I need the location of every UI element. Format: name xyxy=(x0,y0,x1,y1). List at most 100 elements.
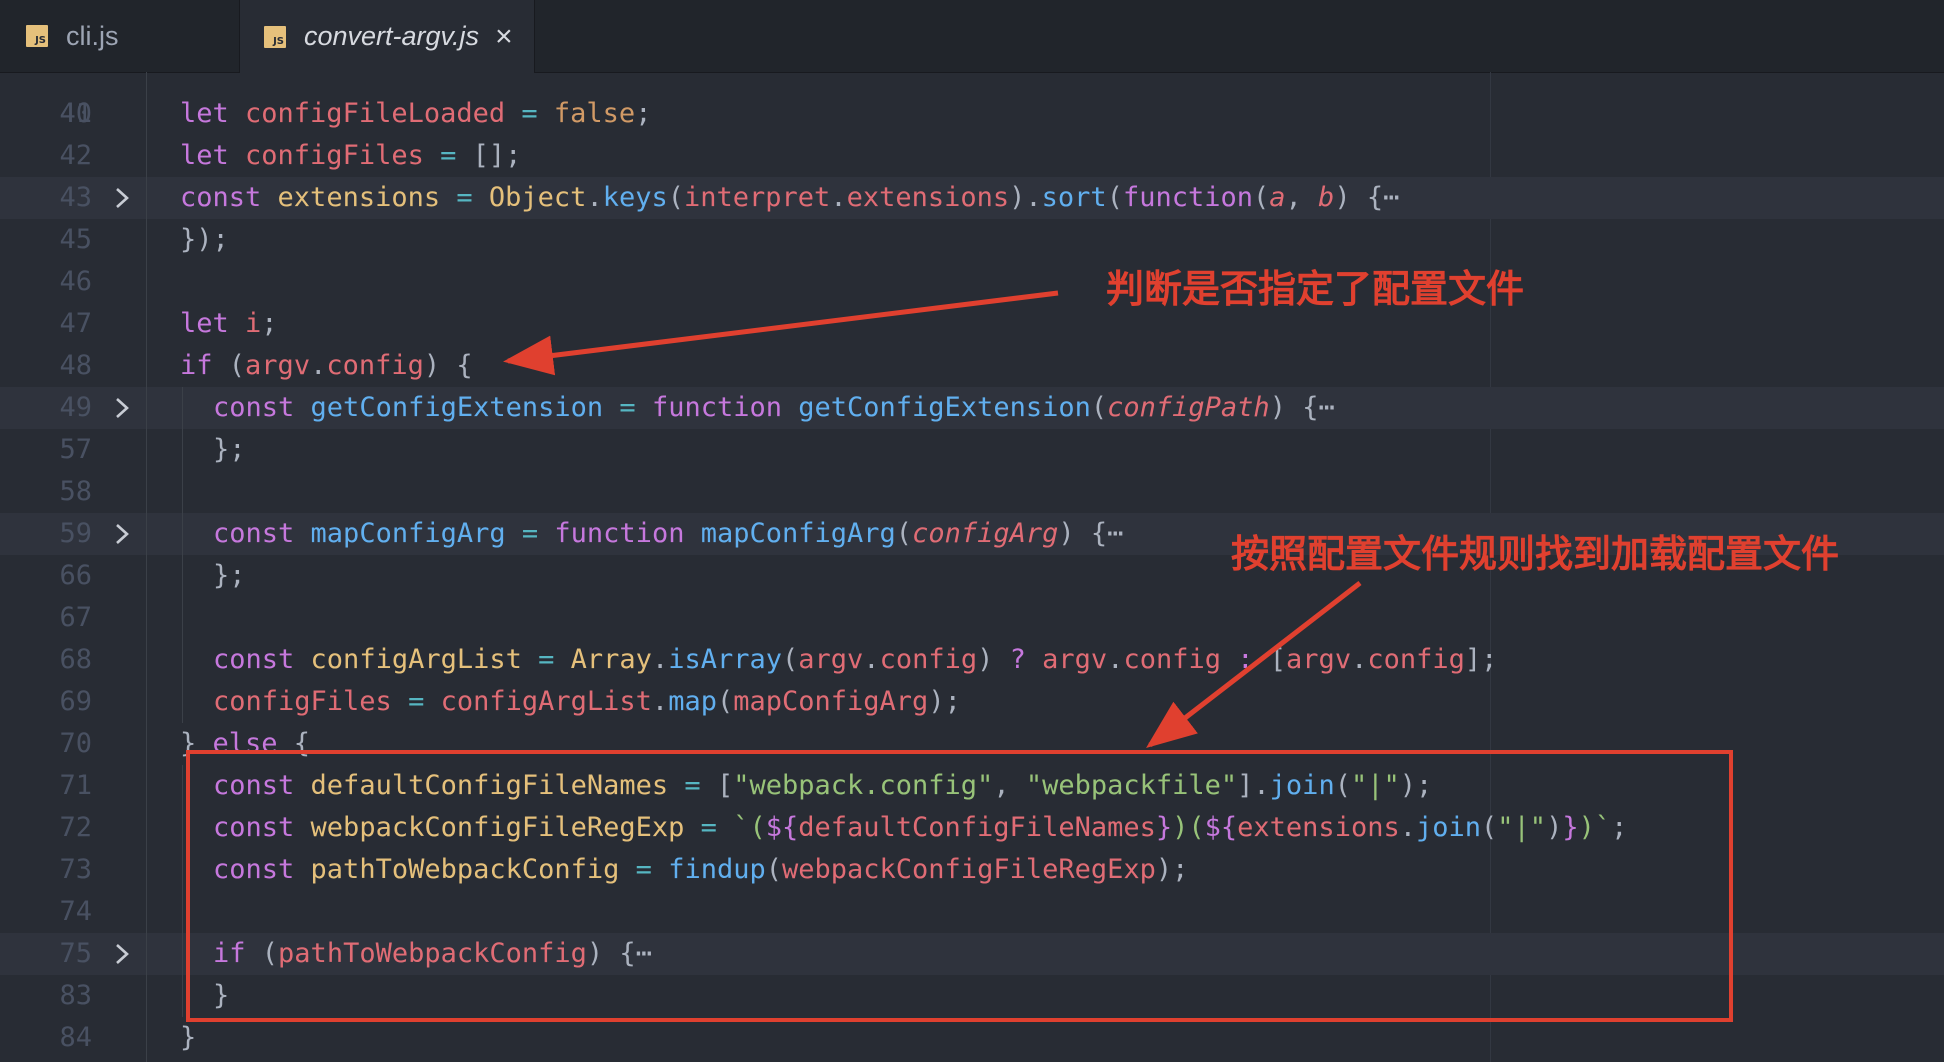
code-token: i xyxy=(245,308,262,339)
line-number: 66 xyxy=(59,560,92,591)
code-token: [ xyxy=(1253,644,1287,675)
line-number: 72 xyxy=(59,812,92,843)
code-token: configFiles xyxy=(213,686,392,717)
code-token: ). xyxy=(1009,182,1042,213)
code-token: getConfigExtension xyxy=(798,392,1091,423)
code-token: ) { xyxy=(423,350,473,381)
annotation-label-bottom: 按照配置文件规则找到加载配置文件 xyxy=(1231,532,1840,576)
fold-chevron-right-icon[interactable] xyxy=(110,387,134,429)
code-token: ( xyxy=(1090,392,1108,423)
code-token: } xyxy=(180,728,213,759)
code-token: ; xyxy=(261,308,278,339)
fold-ellipsis[interactable]: ⋯ xyxy=(636,938,652,969)
code-token: . xyxy=(586,182,603,213)
code-token: let xyxy=(180,98,246,129)
line-number: 45 xyxy=(59,224,92,255)
code-line: 45}); xyxy=(0,219,1944,261)
folded-code-line: 49 const getConfigExtension = function ge… xyxy=(0,387,1944,429)
code-token: sort xyxy=(1041,182,1107,213)
code-token: ); xyxy=(928,686,961,717)
code-token: join xyxy=(1269,770,1335,801)
fold-ellipsis[interactable]: ⋯ xyxy=(1107,518,1123,549)
tab-label: convert-argv.js xyxy=(304,21,480,51)
code-token: ); xyxy=(1155,854,1189,885)
code-token: ) { xyxy=(586,938,636,969)
code-token: function xyxy=(651,392,799,423)
code-line: 83} xyxy=(0,975,1944,1017)
code-token: )` xyxy=(1578,812,1612,843)
code-token: ) xyxy=(1546,812,1563,843)
line-number: 59 xyxy=(59,518,92,549)
code-token: ) xyxy=(977,644,1010,675)
fold-ellipsis[interactable]: ⋯ xyxy=(1383,182,1399,213)
code-token: function xyxy=(1122,182,1253,213)
indent-guide xyxy=(146,72,147,1062)
folded-code-line: 43 const extensions = Object.keys(interpr… xyxy=(0,177,1944,219)
code-token: "webpack.config" xyxy=(733,770,994,801)
line-number: 49 xyxy=(59,392,92,423)
code-token: const xyxy=(213,812,311,843)
code-text: let configFiles = []; xyxy=(180,135,521,177)
annotation-label-top: 判断是否指定了配置文件 xyxy=(1106,267,1525,311)
code-text: } else { xyxy=(180,723,310,765)
code-token: keys xyxy=(602,182,668,213)
line-number: 43 xyxy=(59,182,92,213)
code-token: , xyxy=(993,770,1026,801)
code-token: pathToWebpackConfig xyxy=(278,938,587,969)
fold-chevron-right-icon[interactable] xyxy=(110,513,134,555)
code-text: const mapConfigArg = function mapConfigA… xyxy=(213,513,1123,555)
code-token: = xyxy=(668,770,717,801)
tab-convert-argv-js[interactable]: JS convert-argv.js × xyxy=(240,0,535,73)
line-number: 58 xyxy=(59,476,92,507)
code-line: 69 configFiles = configArgList.map(mapCon… xyxy=(0,681,1944,723)
code-token: = xyxy=(505,98,554,129)
line-number: 48 xyxy=(59,350,92,381)
indent-guide xyxy=(182,849,183,891)
code-line: 67 xyxy=(0,597,1944,639)
line-number: 42 xyxy=(59,140,92,171)
code-token: [ xyxy=(716,770,734,801)
code-text: let configFileLoaded = false; xyxy=(180,93,651,135)
code-token: config xyxy=(1123,644,1221,675)
indent-guide xyxy=(182,471,183,513)
code-line: 73 const pathToWebpackConfig = findup(web… xyxy=(0,849,1944,891)
code-token: webpackConfigFileRegExp xyxy=(310,812,685,843)
code-text: }; xyxy=(213,429,246,471)
code-token: ) { xyxy=(1334,182,1384,213)
fold-ellipsis[interactable]: ⋯ xyxy=(1318,392,1334,423)
code-line: 41 let configFileLoaded = false; xyxy=(0,93,1944,135)
indent-guide xyxy=(182,387,183,429)
line-number: 46 xyxy=(59,266,92,297)
code-token: configArgList xyxy=(310,644,522,675)
code-token: ( xyxy=(261,938,279,969)
code-token: findup xyxy=(668,854,766,885)
code-token: = xyxy=(521,644,571,675)
line-number: 57 xyxy=(59,434,92,465)
code-token: = xyxy=(684,812,734,843)
code-token: argv xyxy=(798,644,864,675)
code-text: }; xyxy=(213,555,246,597)
code-token: } xyxy=(1155,812,1173,843)
code-token: ); xyxy=(1399,770,1433,801)
code-token: ( xyxy=(716,686,734,717)
line-number: 69 xyxy=(59,686,92,717)
code-token: Object xyxy=(488,182,587,213)
fold-chevron-right-icon[interactable] xyxy=(110,933,134,975)
code-token: extensions xyxy=(846,182,1010,213)
code-token: config xyxy=(879,644,978,675)
fold-chevron-right-icon[interactable] xyxy=(110,177,134,219)
tab-cli-js[interactable]: JS cli.js xyxy=(0,0,240,72)
code-token: mapConfigArg xyxy=(310,518,506,549)
code-text: const pathToWebpackConfig = findup(webpa… xyxy=(213,849,1188,891)
code-token: isArray xyxy=(668,644,782,675)
code-token: ( xyxy=(765,854,782,885)
code-text: } xyxy=(180,1017,196,1059)
js-file-icon: JS xyxy=(264,25,286,48)
code-token: } xyxy=(1562,812,1579,843)
code-token: ; xyxy=(635,98,652,129)
code-text: configFiles = configArgList.map(mapConfi… xyxy=(213,681,961,723)
code-token: = xyxy=(603,392,652,423)
close-tab-icon[interactable]: × xyxy=(495,21,513,52)
code-token: let xyxy=(180,140,246,171)
